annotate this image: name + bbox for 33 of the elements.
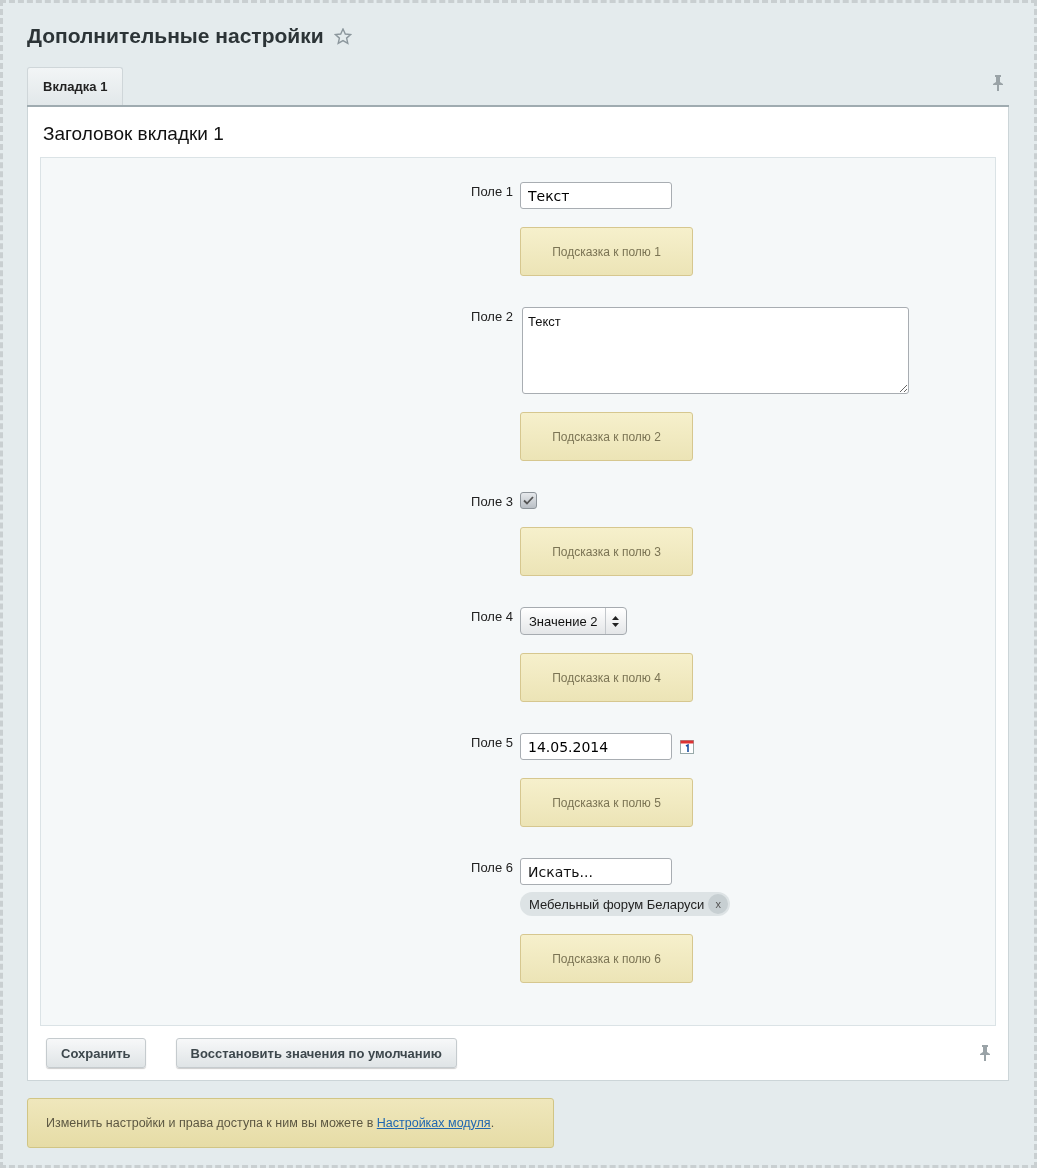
check-icon [523, 496, 534, 505]
field-label: Поле 4 [470, 608, 513, 626]
section-title: Заголовок вкладки 1 [43, 123, 225, 145]
pin-icon[interactable] [993, 75, 1003, 91]
reset-button[interactable]: Восстановить значения по умолчанию [175, 1038, 457, 1068]
field-hint: Подсказка к полю 1 [520, 227, 693, 276]
calendar-icon[interactable] [680, 739, 694, 754]
text-input[interactable]: Текст [520, 182, 672, 209]
field-label: Поле 1 [470, 183, 513, 201]
textarea-field[interactable]: Текст [522, 307, 909, 394]
field-hint: Подсказка к полю 6 [520, 934, 693, 983]
checkbox[interactable] [520, 492, 537, 509]
save-button[interactable]: Сохранить [46, 1038, 146, 1068]
field-hint: Подсказка к полю 5 [520, 778, 693, 827]
tab[interactable]: Вкладка 1 [27, 67, 124, 105]
pin-icon[interactable] [980, 1045, 990, 1061]
field-label: Поле 6 [470, 859, 513, 877]
field-label: Поле 5 [470, 734, 513, 752]
field-hint: Подсказка к полю 4 [520, 653, 693, 702]
note-text: Изменить настройки и права доступа к ним вы можете в Настройках модуля. [46, 1116, 495, 1130]
field-label: Поле 2 [470, 308, 513, 326]
remove-tag-button[interactable]: x [708, 894, 729, 914]
updown-arrows-icon [612, 615, 619, 627]
tag-label: Мебельный форум Беларуси [529, 896, 705, 912]
date-input[interactable]: 14.05.2014 [520, 733, 672, 760]
field-label: Поле 3 [470, 493, 513, 511]
settings-link[interactable]: Настройках модуля [376, 1116, 491, 1130]
search-input[interactable]: Искать... [520, 858, 672, 885]
star-icon[interactable] [333, 27, 352, 45]
select-dropdown[interactable]: Значение 2 [520, 607, 627, 635]
page-title: Дополнительные настройки [27, 24, 324, 48]
field-hint: Подсказка к полю 3 [520, 527, 693, 576]
field-hint: Подсказка к полю 2 [520, 412, 693, 461]
